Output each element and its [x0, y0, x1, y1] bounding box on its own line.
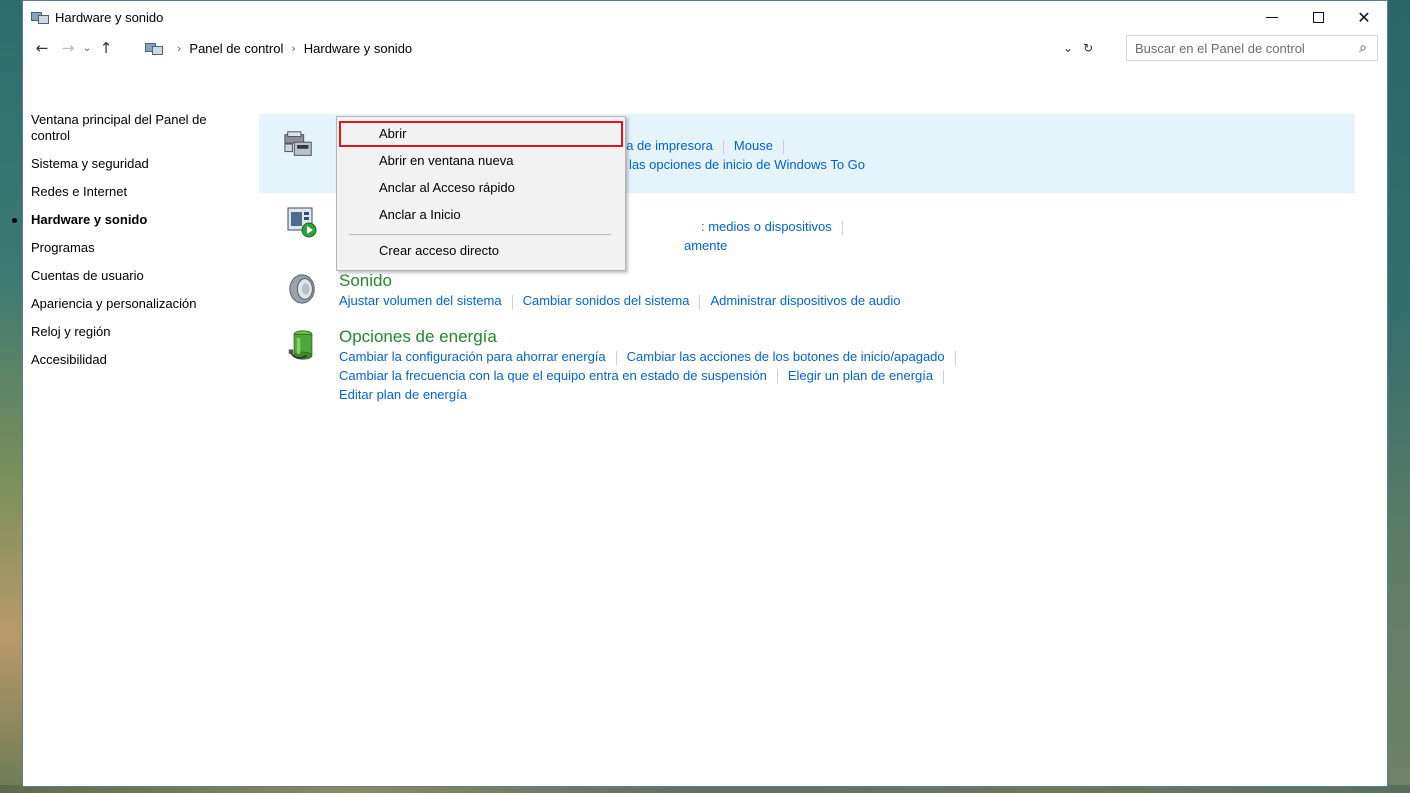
link-separator	[776, 369, 778, 384]
battery-power-icon	[288, 330, 313, 360]
maximize-button[interactable]	[1295, 1, 1341, 33]
link-mouse[interactable]: Mouse	[734, 138, 773, 153]
close-button[interactable]: ✕	[1341, 1, 1387, 33]
category-sonido: Sonido Ajustar volumen del sistema Cambia…	[259, 271, 1355, 327]
link-separator	[782, 139, 784, 154]
close-icon: ✕	[1357, 7, 1371, 27]
link-botones-inicio-apagado[interactable]: Cambiar las acciones de los botones de i…	[627, 349, 945, 364]
breadcrumb-separator-icon: ›	[291, 41, 296, 55]
link-cambiar-sonidos[interactable]: Cambiar sonidos del sistema	[523, 293, 690, 308]
breadcrumb-hardware-y-sonido[interactable]: Hardware y sonido	[304, 41, 412, 56]
speaker-icon	[289, 274, 315, 304]
link-elegir-plan[interactable]: Elegir un plan de energía	[788, 368, 933, 383]
link-windows-to-go[interactable]: r las opciones de inicio de Windows To G…	[621, 157, 865, 172]
context-menu-separator	[349, 234, 611, 235]
desktop-background-right	[1388, 0, 1410, 793]
energia-links-line1: Cambiar la configuración para ahorrar en…	[339, 347, 1355, 366]
address-actions: ⌄ ↻	[1063, 36, 1093, 60]
recent-locations-button[interactable]: ⌄	[79, 43, 95, 54]
link-separator	[954, 350, 956, 365]
link-ahorrar-energia[interactable]: Cambiar la configuración para ahorrar en…	[339, 349, 606, 364]
link-automaticamente[interactable]: amente	[684, 238, 727, 253]
breadcrumb-panel-de-control[interactable]: Panel de control	[189, 41, 283, 56]
sidebar-item-cuentas-usuario[interactable]: Cuentas de usuario	[31, 268, 241, 284]
control-panel-icon	[145, 40, 163, 56]
sidebar-item-hardware-sonido[interactable]: Hardware y sonido	[12, 212, 241, 228]
forward-button[interactable]: →	[57, 39, 79, 57]
context-menu-abrir-ventana-nueva[interactable]: Abrir en ventana nueva	[339, 148, 623, 174]
link-medios-dispositivos[interactable]: : medios o dispositivos	[701, 219, 832, 234]
address-field[interactable]: › Panel de control › Hardware y sonido	[145, 36, 1113, 60]
window-controls: ✕	[1249, 1, 1387, 33]
up-button[interactable]: ↑	[95, 39, 117, 57]
link-separator	[943, 369, 945, 384]
category-opciones-energia: Opciones de energía Cambiar la configura…	[259, 327, 1355, 404]
address-bar-row: ← → ⌄ ↑ › Panel de control › Hardware y …	[23, 33, 1387, 63]
search-placeholder: Buscar en el Panel de control	[1135, 40, 1305, 56]
context-menu-anclar-inicio[interactable]: Anclar a Inicio	[339, 202, 623, 228]
link-editar-plan[interactable]: Editar plan de energía	[339, 387, 467, 402]
breadcrumb-separator-icon: ›	[177, 41, 182, 55]
sidebar-item-programas[interactable]: Programas	[31, 240, 241, 256]
energia-links-line2: Cambiar la frecuencia con la que el equi…	[339, 366, 1355, 385]
address-dropdown-icon[interactable]: ⌄	[1063, 41, 1073, 55]
refresh-icon[interactable]: ↻	[1083, 41, 1093, 55]
link-frecuencia-suspension[interactable]: Cambiar la frecuencia con la que el equi…	[339, 368, 767, 383]
minimize-button[interactable]	[1249, 1, 1295, 33]
window-title: Hardware y sonido	[55, 9, 164, 25]
sonido-links: Ajustar volumen del sistema Cambiar sonid…	[339, 291, 1355, 310]
context-menu-abrir[interactable]: Abrir	[339, 121, 623, 147]
sidebar-item-reloj-region[interactable]: Reloj y región	[31, 324, 241, 340]
maximize-icon	[1312, 11, 1324, 23]
search-icon[interactable]: ⌕	[1349, 40, 1377, 56]
search-input[interactable]: Buscar en el Panel de control ⌕	[1126, 35, 1378, 61]
sidebar-item-sistema-seguridad[interactable]: Sistema y seguridad	[31, 156, 241, 172]
desktop-background-left	[0, 0, 22, 793]
link-separator	[841, 220, 843, 235]
link-separator	[615, 350, 617, 365]
context-menu: Abrir Abrir en ventana nueva Anclar al A…	[336, 116, 626, 271]
link-ajustar-volumen[interactable]: Ajustar volumen del sistema	[339, 293, 502, 308]
devices-printers-icon	[284, 131, 312, 156]
sidebar-item-accesibilidad[interactable]: Accesibilidad	[31, 352, 241, 368]
opciones-energia-title[interactable]: Opciones de energía	[339, 327, 1355, 347]
energia-links-line3: Editar plan de energía	[339, 385, 1355, 404]
sidebar-item-redes-internet[interactable]: Redes e Internet	[31, 184, 241, 200]
sidebar: Ventana principal del Panel de control S…	[12, 112, 241, 380]
sonido-title[interactable]: Sonido	[339, 271, 1355, 291]
back-button[interactable]: ←	[31, 39, 53, 57]
link-separator	[511, 294, 513, 309]
link-administrar-audio[interactable]: Administrar dispositivos de audio	[710, 293, 900, 308]
context-menu-crear-acceso-directo[interactable]: Crear acceso directo	[339, 238, 623, 264]
link-separator	[722, 139, 724, 154]
control-panel-icon	[31, 9, 49, 25]
title-bar[interactable]: Hardware y sonido ✕	[23, 1, 1387, 33]
link-separator	[699, 294, 701, 309]
context-menu-anclar-acceso-rapido[interactable]: Anclar al Acceso rápido	[339, 175, 623, 201]
sidebar-item-panel-principal[interactable]: Ventana principal del Panel de control	[31, 112, 231, 144]
sidebar-item-apariencia[interactable]: Apariencia y personalización	[31, 296, 241, 312]
minimize-icon	[1266, 16, 1278, 18]
autoplay-icon	[287, 207, 317, 238]
